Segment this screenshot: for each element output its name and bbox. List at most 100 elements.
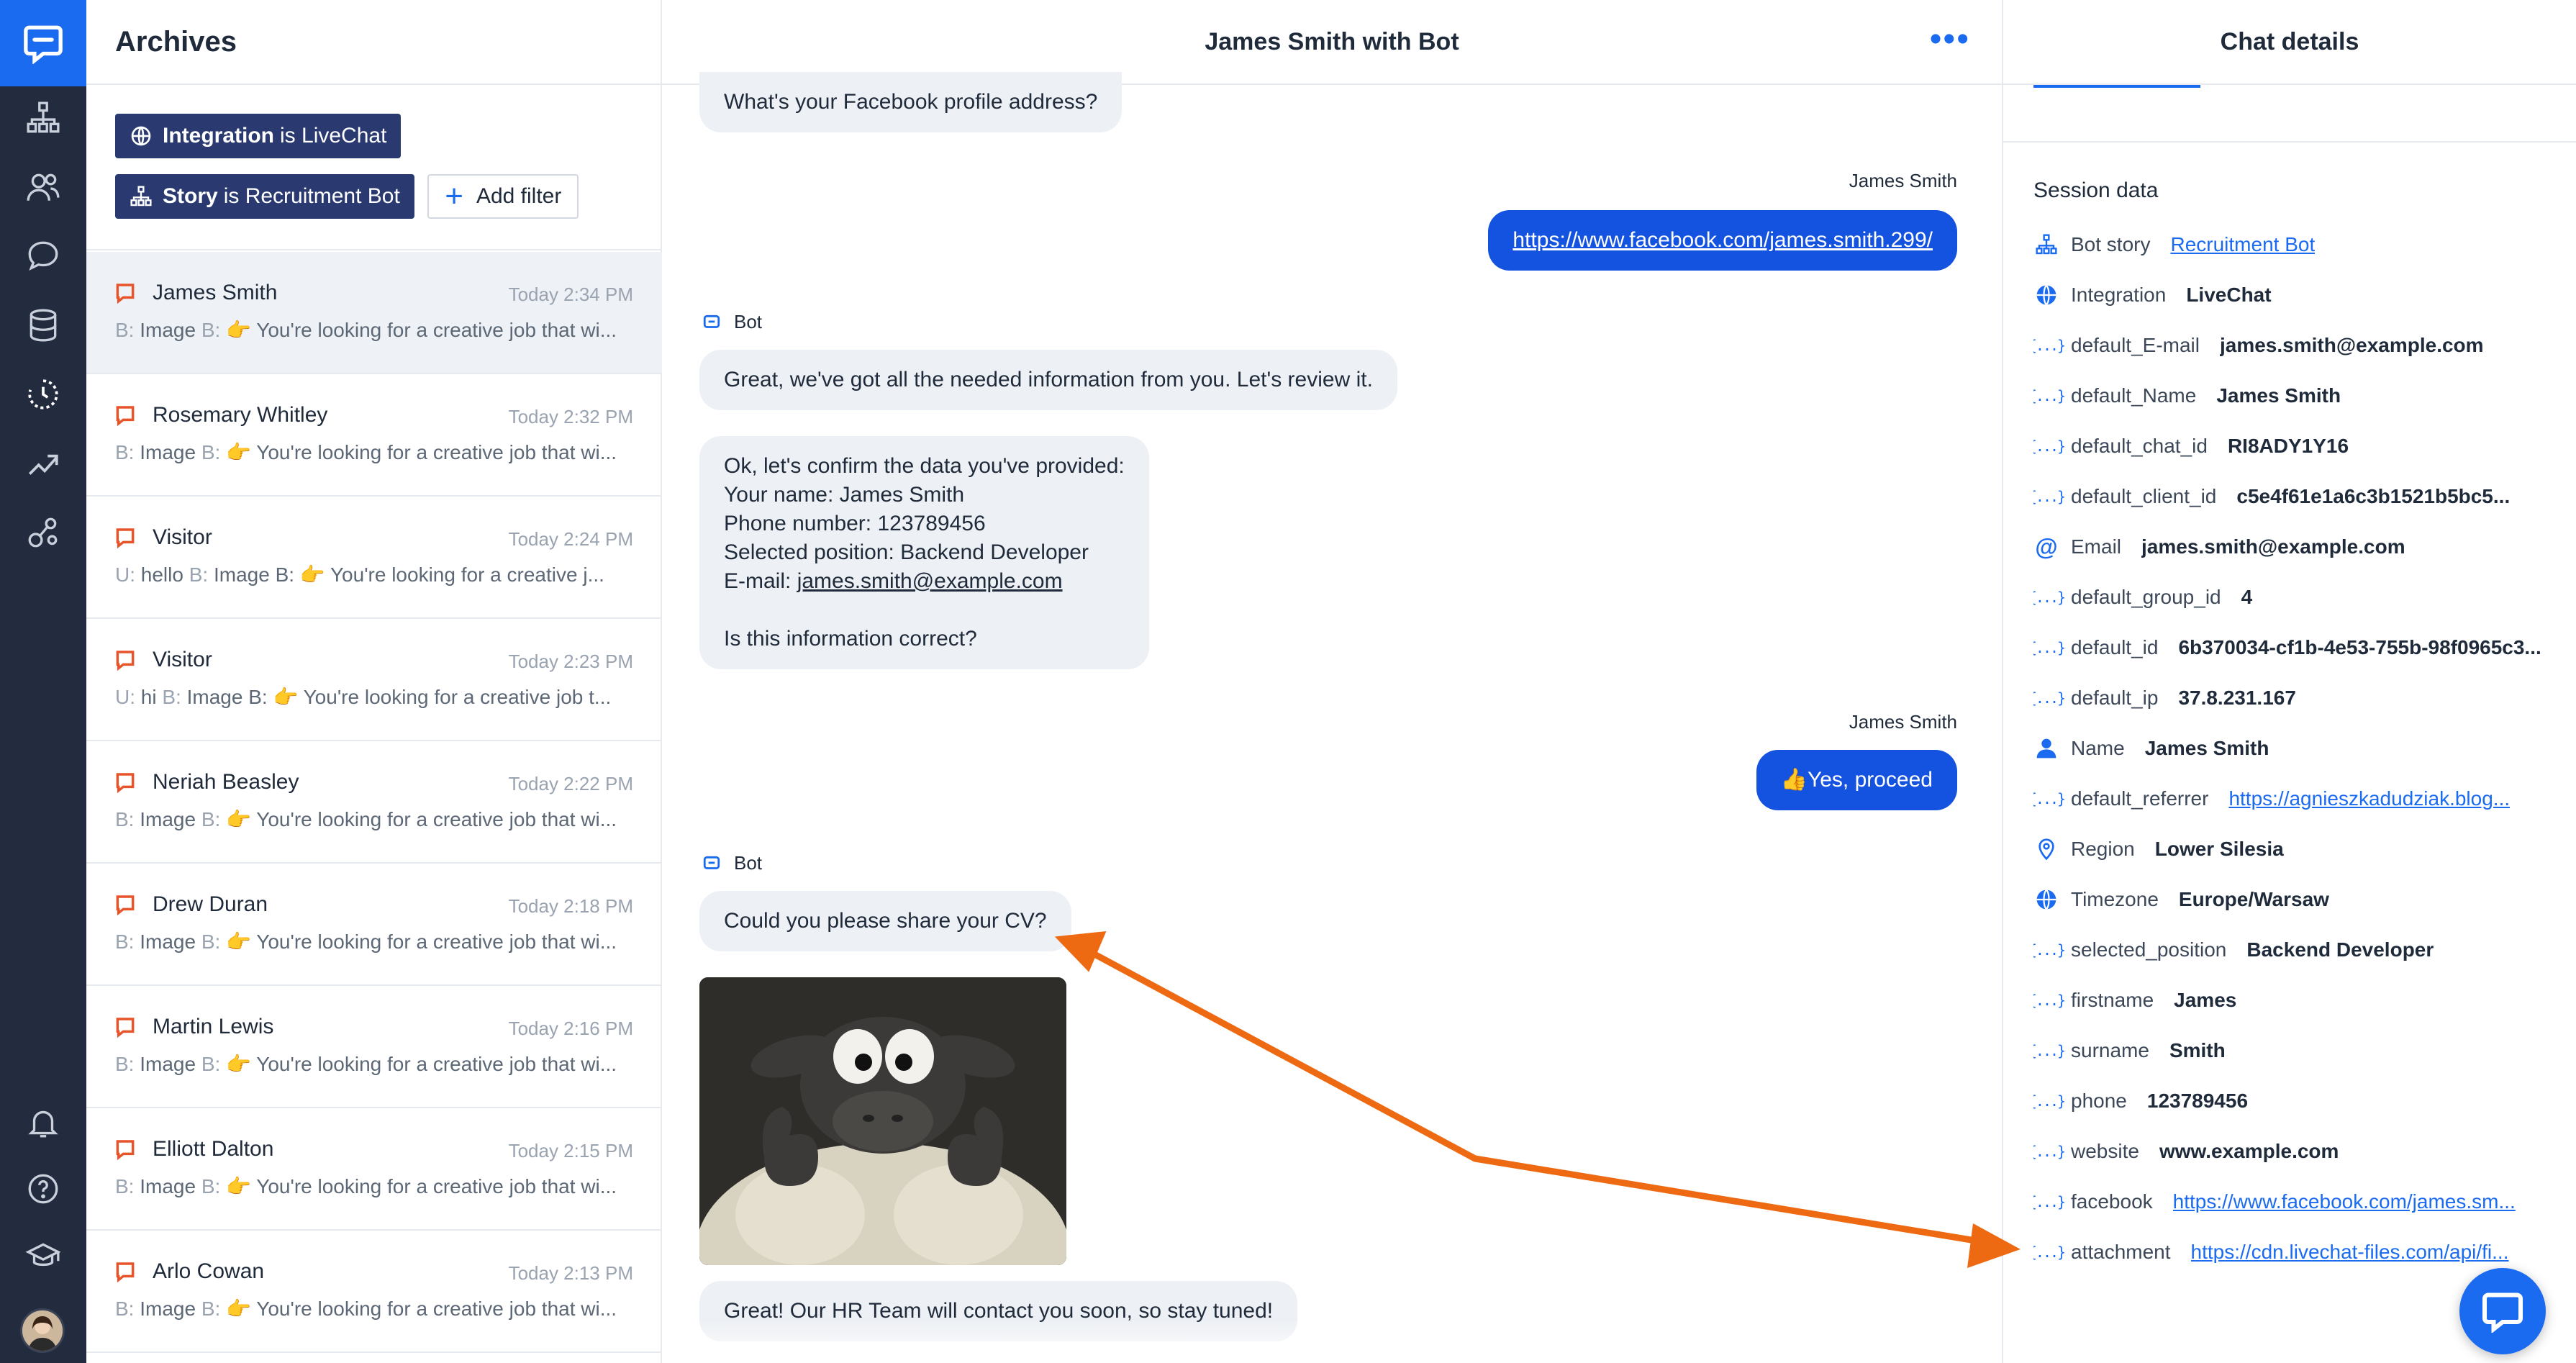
chat-bubble-icon (116, 651, 135, 671)
row-value: james.smith@example.com (2141, 535, 2405, 558)
conversation-preview: B: Image B: 👉 You're looking for a creat… (115, 1298, 617, 1320)
help-icon[interactable] (22, 1167, 65, 1210)
variable-icon: {...} (2033, 639, 2066, 656)
confirm-line: Phone number: 123789456 (724, 512, 986, 535)
row-value: James Smith (2144, 737, 2269, 759)
variable-icon: {...} (2033, 1244, 2066, 1261)
conversation-item[interactable]: Neriah Beasley Today 2:22 PM B: Image B:… (86, 741, 662, 864)
user-avatar[interactable] (20, 1308, 65, 1353)
confirm-line: Ok, let's confirm the data you've provid… (724, 454, 1125, 478)
chat-bubble-icon (116, 895, 135, 916)
confirm-line: Selected position: Backend Developer (724, 540, 1089, 564)
filter-key: Story (163, 184, 218, 208)
users-icon[interactable] (22, 166, 65, 209)
conversation-name: Rosemary Whitley (153, 403, 328, 427)
row-key: default_E-mail (2071, 334, 2200, 356)
app-logo-icon[interactable] (0, 0, 86, 86)
sheep-gif-image[interactable] (699, 977, 1066, 1265)
session-row-email: @ Email james.smith@example.com (2033, 533, 2559, 561)
row-value: 6b370034-cf1b-4e53-755b-98f0965c3... (2178, 636, 2541, 658)
variable-icon: {...} (2033, 438, 2066, 455)
more-options-icon[interactable]: ••• (1930, 22, 1970, 57)
bot-message: Could you please share your CV? (699, 891, 1071, 951)
variable-icon: {...} (2033, 488, 2066, 505)
session-row-variable: {...} default_E-mail james.smith@example… (2033, 331, 2559, 360)
filter-value: LiveChat (301, 124, 387, 148)
database-icon[interactable] (22, 304, 65, 347)
chat-fade (662, 1320, 2002, 1363)
row-value-link[interactable]: https://www.facebook.com/james.sm... (2173, 1190, 2516, 1213)
conversation-time: Today 2:16 PM (508, 1018, 633, 1039)
email-link[interactable]: james.smith@example.com (797, 569, 1063, 593)
conversation-item[interactable]: Visitor Today 2:23 PM U: hi B: Image B: … (86, 619, 662, 741)
variable-icon: {...} (2033, 589, 2066, 606)
archives-history-icon[interactable] (22, 373, 65, 416)
session-row-region: Region Lower Silesia (2033, 835, 2559, 864)
conversation-item[interactable]: Visitor Today 2:24 PM U: hello B: Image … (86, 497, 662, 619)
row-value-link[interactable]: https://agnieszkadudziak.blog... (2228, 787, 2510, 810)
conversation-time: Today 2:18 PM (508, 895, 633, 917)
conversation-name: Arlo Cowan (153, 1259, 265, 1283)
session-row-variable: {...} default_id 6b370034-cf1b-4e53-755b… (2033, 633, 2559, 662)
bot-message: Great, we've got all the needed informat… (699, 350, 1397, 410)
conversation-item[interactable]: Arlo Cowan Today 2:13 PM B: Image B: 👉 Y… (86, 1231, 662, 1353)
conversation-preview: B: Image B: 👉 You're looking for a creat… (115, 1053, 617, 1075)
reports-trend-icon[interactable] (22, 442, 65, 485)
stories-icon[interactable] (22, 96, 65, 140)
chats-icon[interactable] (22, 235, 65, 278)
row-value-link[interactable]: https://cdn.livechat-files.com/api/fi... (2191, 1241, 2509, 1264)
details-header: Chat details (2003, 0, 2576, 85)
conversation-name: James Smith (153, 281, 278, 304)
row-value: LiveChat (2186, 284, 2272, 306)
conversation-time: Today 2:34 PM (508, 284, 633, 305)
conversation-time: Today 2:23 PM (508, 651, 633, 672)
variable-icon: {...} (2033, 1193, 2066, 1210)
variable-icon: {...} (2033, 1143, 2066, 1160)
row-key: default_ip (2071, 687, 2159, 709)
filter-chip-story[interactable]: Story is Recruitment Bot (115, 174, 414, 219)
conversation-item[interactable]: Elliott Dalton Today 2:15 PM B: Image B:… (86, 1108, 662, 1231)
conversation-preview: B: Image B: 👉 You're looking for a creat… (115, 1175, 617, 1197)
globe-icon (131, 126, 151, 146)
archives-header: Archives (86, 0, 661, 85)
row-value: 4 (2241, 586, 2253, 608)
session-row-variable: {...} default_Name James Smith (2033, 381, 2559, 410)
conversation-name: Martin Lewis (153, 1015, 274, 1038)
variable-icon: {...} (2033, 387, 2066, 404)
notifications-bell-icon[interactable] (22, 1101, 65, 1144)
archives-panel: Archives Integration is LiveChat Story i… (86, 0, 662, 1363)
conversation-item[interactable]: Drew Duran Today 2:18 PM B: Image B: 👉 Y… (86, 864, 662, 986)
chat-title: James Smith with Bot (1205, 27, 1459, 55)
variable-icon: {...} (2033, 1042, 2066, 1059)
session-row-integration: Integration LiveChat (2033, 281, 2559, 309)
session-row-variable: {...} default_ip 37.8.231.167 (2033, 684, 2559, 712)
add-filter-button[interactable]: + Add filter (427, 174, 579, 219)
row-key: Name (2071, 737, 2125, 759)
filter-connector: is (223, 184, 240, 208)
chat-bubble-icon (116, 1140, 135, 1161)
session-row-attachment: {...} attachment https://cdn.livechat-fi… (2033, 1238, 2559, 1267)
integrations-icon[interactable] (22, 511, 65, 554)
active-tab-indicator (2033, 85, 2200, 88)
session-row-variable: {...} default_referrer https://agnieszka… (2033, 784, 2559, 813)
confirm-line: Is this information correct? (724, 627, 977, 651)
plus-icon: + (445, 178, 463, 214)
chat-widget-button[interactable] (2459, 1268, 2546, 1354)
row-key: attachment (2071, 1241, 2171, 1263)
conversation-item[interactable]: Martin Lewis Today 2:16 PM B: Image B: 👉… (86, 986, 662, 1108)
details-tabs[interactable] (2003, 85, 2576, 142)
facebook-link[interactable]: https://www.facebook.com/james.smith.299… (1513, 228, 1933, 252)
filter-chip-integration[interactable]: Integration is LiveChat (115, 114, 402, 158)
at-icon: @ (2035, 533, 2058, 560)
session-row-variable: {...} phone 123789456 (2033, 1087, 2559, 1115)
variable-icon: {...} (2033, 790, 2066, 807)
conversation-item[interactable]: Rosemary Whitley Today 2:32 PM B: Image … (86, 374, 662, 497)
academy-cap-icon[interactable] (22, 1235, 65, 1278)
row-value: Backend Developer (2246, 938, 2434, 961)
row-value-link[interactable]: Recruitment Bot (2170, 233, 2315, 256)
conversation-item[interactable]: James Smith Today 2:34 PM B: Image B: 👉 … (86, 252, 662, 374)
session-row-variable: {...} default_group_id 4 (2033, 583, 2559, 612)
conversation-time: Today 2:24 PM (508, 528, 633, 550)
chat-bubble-icon (116, 284, 135, 304)
row-key: surname (2071, 1039, 2149, 1061)
